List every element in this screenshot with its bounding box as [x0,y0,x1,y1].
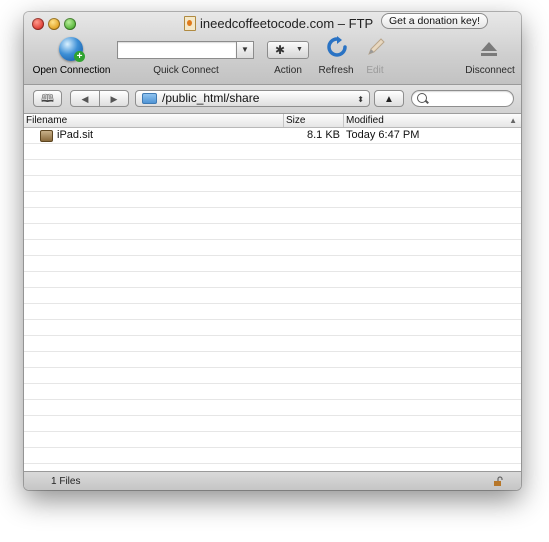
eject-icon[interactable] [479,39,499,59]
action-label: Action [274,65,302,76]
path-text: /public_html/share [162,91,260,105]
search-field[interactable] [411,90,514,108]
quick-connect-label: Quick Connect [153,65,219,76]
close-window-button[interactable] [32,18,44,30]
path-popup[interactable]: /public_html/share ⬍ [135,90,370,107]
open-connection-label: Open Connection [32,65,111,76]
zoom-window-button[interactable] [64,18,76,30]
file-count: 1 Files [51,476,81,487]
file-name: iPad.sit [57,129,94,141]
table-row[interactable]: iPad.sit 8.1 KB Today 6:47 PM [24,128,521,143]
plus-icon: + [74,51,85,62]
open-connection-button[interactable]: + Open Connection [24,34,119,82]
forward-button[interactable]: ▶ [99,90,129,107]
sort-arrow-icon[interactable]: ▲ [509,114,517,127]
file-list: iPad.sit 8.1 KB Today 6:47 PM [24,128,521,471]
column-header-modified[interactable]: Modified [344,114,509,127]
action-menu-button[interactable]: ✱ ▼ [267,41,309,59]
edit-label: Edit [366,65,384,76]
up-down-arrows-icon: ⬍ [357,95,364,104]
column-header-size[interactable]: Size [284,114,344,127]
ftp-window: ineedcoffeetocode.com – FTP Get a donati… [24,12,521,490]
gear-icon: ✱ [275,43,286,57]
toolbar: ineedcoffeetocode.com – FTP Get a donati… [24,12,521,85]
file-modified: Today 6:47 PM [346,129,420,141]
forward-arrow-icon: ▶ [110,94,118,104]
path-bar: 🕮 ◀ ▶ /public_html/share ⬍ ▲ [24,85,521,114]
folder-icon [142,93,157,104]
quick-connect-input[interactable] [117,41,237,59]
window-title-text: ineedcoffeetocode.com – FTP [200,15,374,31]
minimize-window-button[interactable] [48,18,60,30]
window-title: ineedcoffeetocode.com – FTP [184,15,373,31]
search-icon [417,93,427,103]
quick-connect-dropdown[interactable]: ▼ [236,41,254,59]
donation-key-button[interactable]: Get a donation key! [380,13,488,29]
document-icon [184,15,196,31]
chevron-down-icon: ▼ [241,45,249,54]
book-icon: 🕮 [41,93,54,105]
column-header-filename[interactable]: Filename [24,114,284,127]
back-button[interactable]: ◀ [70,90,100,107]
file-size: 8.1 KB [306,129,340,141]
pencil-icon [368,38,385,55]
disconnect-label[interactable]: Disconnect [461,65,519,76]
up-arrow-icon: ▲ [384,94,394,105]
archive-file-icon [40,130,53,142]
search-input[interactable] [430,91,512,108]
back-arrow-icon: ◀ [81,94,89,104]
refresh-label[interactable]: Refresh [314,65,358,76]
bookmarks-button[interactable]: 🕮 [33,90,62,107]
parent-directory-button[interactable]: ▲ [374,90,404,107]
chevron-down-icon: ▼ [296,46,303,53]
column-header-row: Filename Size Modified ▲ [24,114,521,128]
status-bar: 1 Files [24,471,521,490]
refresh-icon[interactable] [326,36,348,58]
unlocked-lock-icon[interactable] [493,476,503,486]
